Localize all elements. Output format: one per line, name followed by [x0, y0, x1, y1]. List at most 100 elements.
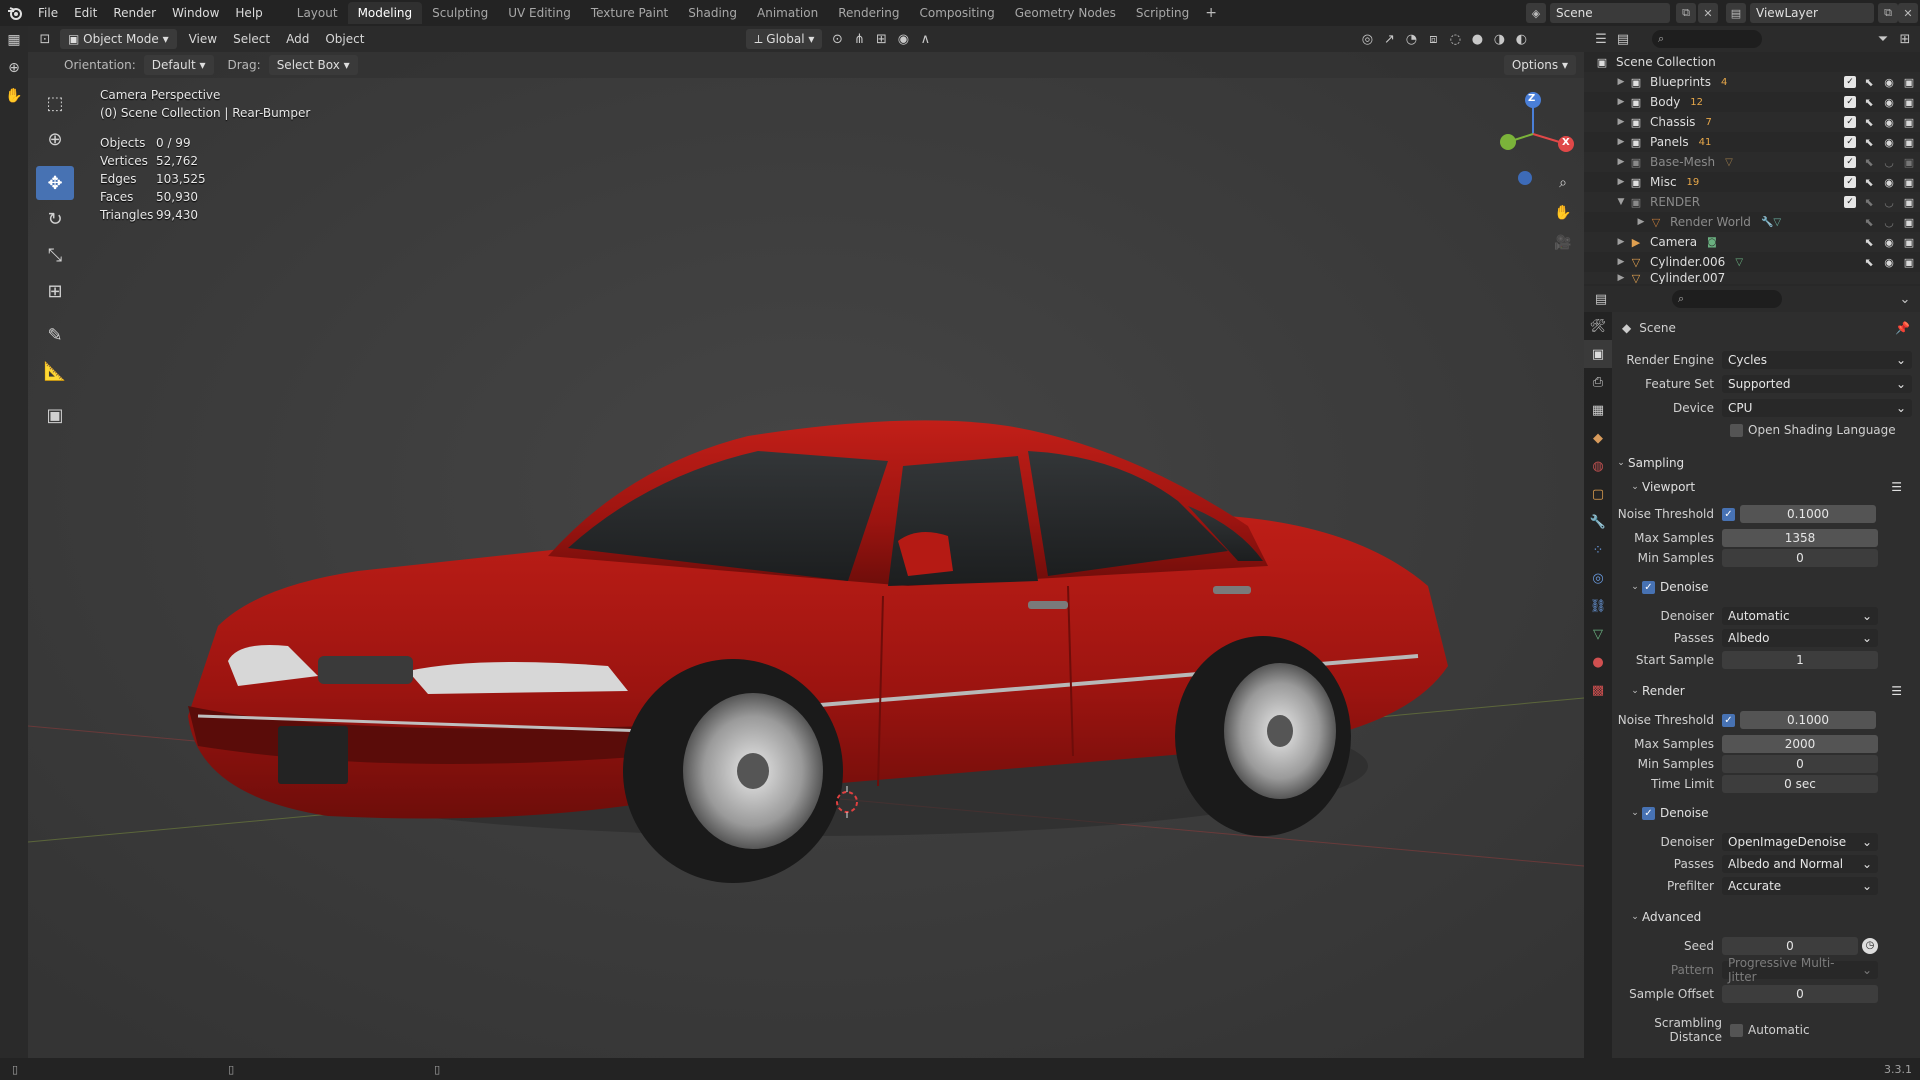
menu-window[interactable]: Window	[164, 0, 227, 26]
vp-denoiser-dropdown[interactable]: Automatic ⌄	[1722, 607, 1878, 625]
pattern-dropdown[interactable]: Progressive Multi-Jitter ⌄	[1722, 956, 1878, 984]
modifier-tab-icon[interactable]: 🔧	[1584, 508, 1612, 536]
menu-help[interactable]: Help	[227, 0, 270, 26]
exclude-checkbox[interactable]: ✓	[1844, 136, 1856, 148]
presets-list-icon[interactable]: ☰	[1891, 480, 1902, 494]
menu-add[interactable]: Add	[278, 29, 317, 49]
display-mode-icon[interactable]: ▤	[1612, 29, 1634, 49]
camera-icon[interactable]: ▣	[1902, 136, 1916, 149]
xray-icon[interactable]: ⧈	[1422, 29, 1444, 49]
expand-arrow-icon[interactable]: ▶	[1634, 217, 1648, 227]
r-noise-field[interactable]: 0.1000	[1740, 711, 1876, 729]
select-icon[interactable]: ⬉	[1862, 136, 1876, 149]
object-tab-icon[interactable]: ▢	[1584, 480, 1612, 508]
move-tool-icon[interactable]: ✥	[36, 166, 74, 200]
expand-arrow-icon[interactable]: ▶	[1614, 157, 1628, 167]
outliner-search-input[interactable]: ⌕	[1652, 30, 1762, 48]
menu-file[interactable]: File	[30, 0, 66, 26]
new-scene-icon[interactable]: ⧉	[1676, 3, 1696, 23]
eye-icon[interactable]: ◉	[1882, 96, 1896, 109]
tab-sculpting[interactable]: Sculpting	[422, 2, 498, 24]
mode-selector[interactable]: ▣ Object Mode ▾	[60, 29, 177, 49]
eye-icon[interactable]: ◉	[1882, 256, 1896, 269]
add-workspace-button[interactable]: +	[1199, 5, 1223, 21]
r-time-field[interactable]: 0 sec	[1722, 775, 1878, 793]
r-denoise-panel-header[interactable]: ⌄ ✓ Denoise	[1614, 802, 1920, 824]
new-view-layer-icon[interactable]: ⧉	[1878, 3, 1898, 23]
expand-arrow-icon[interactable]: ▶	[1614, 117, 1628, 127]
output-tab-icon[interactable]: ⎙	[1584, 368, 1612, 396]
blender-logo-icon[interactable]	[0, 0, 30, 26]
tab-animation[interactable]: Animation	[747, 2, 828, 24]
tab-uv-editing[interactable]: UV Editing	[498, 2, 581, 24]
transform-orientation-selector[interactable]: ⟂ Global ▾	[746, 29, 823, 49]
exclude-checkbox[interactable]: ✓	[1844, 116, 1856, 128]
camera-icon[interactable]: ▣	[1902, 176, 1916, 189]
expand-arrow-icon[interactable]: ▶	[1614, 237, 1628, 247]
outliner-row-cylinder-007[interactable]: ▶ ▽ Cylinder.007	[1584, 272, 1920, 284]
proportional-edit-icon[interactable]: ◉	[892, 29, 914, 49]
cursor-tool-icon[interactable]: ⊕	[36, 122, 74, 156]
viewport-panel-header[interactable]: ⌄ Viewport ☰	[1614, 476, 1920, 498]
visibility-icon[interactable]: ◎	[1356, 29, 1378, 49]
expand-arrow-icon[interactable]: ▶	[1614, 273, 1628, 283]
outliner-row-body[interactable]: ▶ ▣ Body 12 ✓ ⬉ ◉ ▣	[1584, 92, 1920, 112]
select-icon[interactable]: ⬉	[1862, 116, 1876, 129]
menu-render[interactable]: Render	[105, 0, 164, 26]
menu-object[interactable]: Object	[317, 29, 372, 49]
r-denoise-checkbox[interactable]: ✓	[1642, 806, 1655, 820]
camera-icon[interactable]: ▣	[1902, 216, 1916, 229]
camera-icon[interactable]: ▣	[1902, 76, 1916, 89]
vp-denoise-checkbox[interactable]: ✓	[1642, 580, 1655, 594]
pin-icon[interactable]: 📌	[1895, 321, 1910, 335]
expand-arrow-icon[interactable]: ▶	[1614, 137, 1628, 147]
menu-edit[interactable]: Edit	[66, 0, 105, 26]
vp-min-field[interactable]: 0	[1722, 549, 1878, 567]
tab-geometry-nodes[interactable]: Geometry Nodes	[1005, 2, 1126, 24]
vp-denoise-panel-header[interactable]: ⌄ ✓ Denoise	[1614, 576, 1920, 598]
exclude-checkbox[interactable]: ✓	[1844, 76, 1856, 88]
physics-tab-icon[interactable]: ◎	[1584, 564, 1612, 592]
advanced-panel-header[interactable]: ⌄ Advanced	[1614, 906, 1920, 928]
add-cube-tool-icon[interactable]: ▣	[36, 398, 74, 432]
eye-icon[interactable]: ◉	[1882, 116, 1896, 129]
tab-layout[interactable]: Layout	[287, 2, 348, 24]
scrambling-auto-checkbox[interactable]	[1730, 1023, 1743, 1037]
material-tab-icon[interactable]: ●	[1584, 648, 1612, 676]
eye-closed-icon[interactable]: ◡	[1882, 196, 1896, 209]
vp-start-field[interactable]: 1	[1722, 651, 1878, 669]
properties-search-input[interactable]: ⌕	[1672, 290, 1782, 308]
3d-viewport[interactable]: ⊡ ▣ Object Mode ▾ View Select Add Object…	[28, 26, 1584, 1058]
hand-icon[interactable]: ✋	[0, 82, 28, 110]
view-layer-tab-icon[interactable]: ▦	[1584, 396, 1612, 424]
scene-tab-icon[interactable]: ◆	[1584, 424, 1612, 452]
snap-icon[interactable]: ⋔	[848, 29, 870, 49]
tab-modeling[interactable]: Modeling	[347, 2, 423, 24]
r-denoiser-dropdown[interactable]: OpenImageDenoise ⌄	[1722, 833, 1878, 851]
sampling-panel-header[interactable]: ⌄ Sampling	[1614, 452, 1920, 474]
expand-arrow-icon[interactable]: ▶	[1614, 257, 1628, 267]
eye-icon[interactable]: ◉	[1882, 136, 1896, 149]
rotate-tool-icon[interactable]: ↻	[36, 202, 74, 236]
view-layer-browse-icon[interactable]: ▤	[1726, 3, 1746, 23]
shading-material-icon[interactable]: ◑	[1488, 29, 1510, 49]
select-icon[interactable]: ⬉	[1862, 76, 1876, 89]
camera-icon[interactable]: ▣	[1902, 96, 1916, 109]
vp-passes-dropdown[interactable]: Albedo ⌄	[1722, 629, 1878, 647]
eye-icon[interactable]: ◉	[1882, 176, 1896, 189]
scene-selector[interactable]: Scene	[1550, 3, 1670, 23]
shading-wireframe-icon[interactable]: ◌	[1444, 29, 1466, 49]
sample-offset-field[interactable]: 0	[1722, 985, 1878, 1003]
r-min-field[interactable]: 0	[1722, 755, 1878, 773]
overlays-icon[interactable]: ◔	[1400, 29, 1422, 49]
outliner-row-misc[interactable]: ▶ ▣ Misc 19 ✓ ⬉ ◉ ▣	[1584, 172, 1920, 192]
exclude-checkbox[interactable]: ✓	[1844, 176, 1856, 188]
snap-target-icon[interactable]: ⊞	[870, 29, 892, 49]
expand-arrow-icon[interactable]: ▶	[1614, 77, 1628, 87]
outliner-row-camera[interactable]: ▶ ▶ Camera ◙ ⬉ ◉ ▣	[1584, 232, 1920, 252]
orientation-dropdown[interactable]: Default ▾	[143, 55, 214, 75]
feature-set-dropdown[interactable]: Supported ⌄	[1722, 375, 1912, 393]
eye-icon[interactable]: ◉	[1882, 76, 1896, 89]
shading-solid-icon[interactable]: ●	[1466, 29, 1488, 49]
exclude-checkbox[interactable]: ✓	[1844, 196, 1856, 208]
